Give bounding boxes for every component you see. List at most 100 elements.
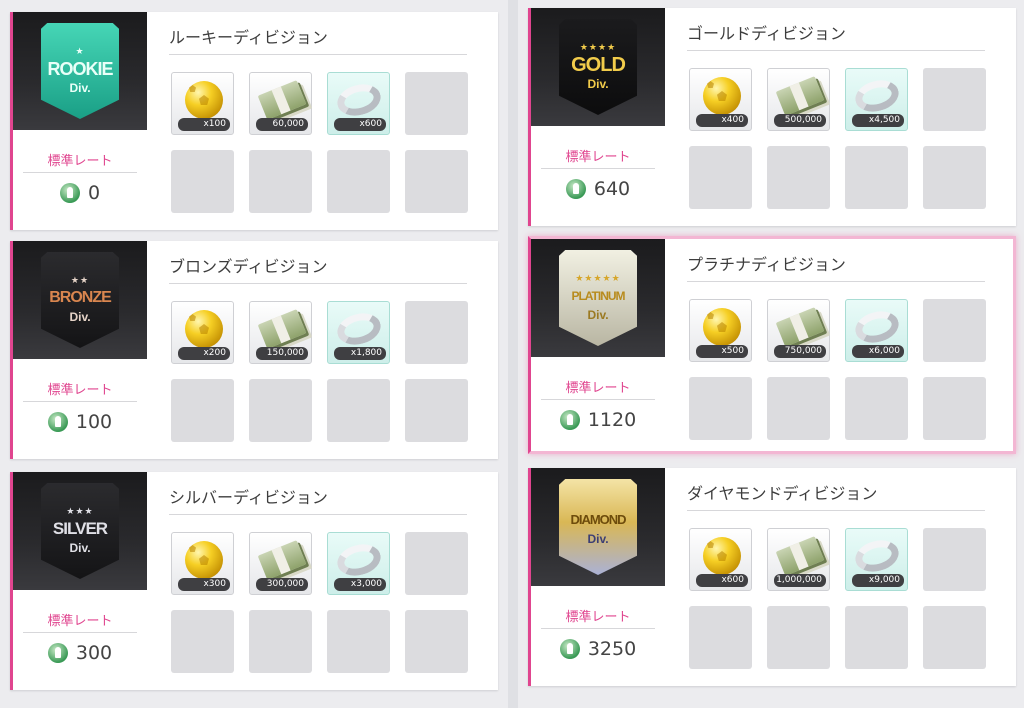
platinum-division-emblem: ★★★★★ PLATINUM Div.	[559, 250, 637, 346]
reward-slot-money[interactable]: 60,000	[249, 72, 312, 135]
reward-quantity: x4,500	[852, 114, 904, 127]
silver-ring-icon	[851, 75, 903, 117]
division-card-gold[interactable]: ★★★★ GOLD Div. 標準レート 640 ゴールドディビジョン x400…	[528, 8, 1016, 226]
emblem-tier: ROOKIE	[47, 59, 113, 79]
gold-ball-icon	[703, 77, 741, 115]
title-divider	[169, 54, 467, 55]
reward-slot-coins[interactable]: x200	[171, 301, 234, 364]
rate-divider	[541, 168, 655, 169]
emblem-stars: ★★	[70, 276, 90, 286]
division-badge-frame: ★★ BRONZE Div.	[13, 241, 147, 359]
reward-quantity: x6,000	[852, 345, 904, 358]
empty-reward-slot	[845, 377, 908, 440]
emblem-div: Div.	[587, 308, 609, 322]
empty-reward-slot	[171, 610, 234, 673]
division-badge-frame: ★★★★★ PLATINUM Div.	[531, 239, 665, 357]
reward-slot-rings[interactable]: x9,000	[845, 528, 908, 591]
silver-ring-icon	[333, 79, 385, 121]
reward-quantity: x9,000	[852, 574, 904, 587]
reward-slot-money[interactable]: 150,000	[249, 301, 312, 364]
empty-reward-slot	[405, 301, 468, 364]
empty-reward-slot	[249, 379, 312, 442]
emblem-stars: ★★★★	[579, 43, 617, 53]
reward-slot-money[interactable]: 500,000	[767, 68, 830, 131]
division-card-diamond[interactable]: DIAMOND Div. 標準レート 3250 ダイヤモンドディビジョン x60…	[528, 468, 1016, 686]
emblem-div: Div.	[69, 541, 91, 555]
right-column: ★★★★ GOLD Div. 標準レート 640 ゴールドディビジョン x400…	[522, 0, 1022, 708]
rate-trophy-icon	[47, 643, 68, 663]
reward-quantity: 750,000	[774, 345, 826, 358]
empty-reward-slot	[405, 150, 468, 213]
rate-divider	[23, 172, 137, 173]
cash-stack-icon	[257, 540, 307, 580]
division-badge-frame: ★ ROOKIE Div.	[13, 12, 147, 130]
empty-reward-slot	[249, 150, 312, 213]
reward-quantity: 300,000	[256, 578, 308, 591]
division-title: ブロンズディビジョン	[169, 257, 328, 276]
standard-rate-label: 標準レート	[47, 383, 113, 398]
title-divider	[687, 510, 985, 511]
silver-ring-icon	[851, 306, 903, 348]
empty-reward-slot	[767, 377, 830, 440]
reward-slot-rings[interactable]: x1,800	[327, 301, 390, 364]
emblem-tier: SILVER	[52, 519, 108, 538]
standard-rate-label: 標準レート	[565, 381, 631, 396]
reward-slot-coins[interactable]: x100	[171, 72, 234, 135]
empty-reward-slot	[405, 379, 468, 442]
emblem-stars: ★	[75, 47, 85, 57]
reward-slot-rings[interactable]: x6,000	[845, 299, 908, 362]
division-badge-frame: ★★★★ GOLD Div.	[531, 8, 665, 126]
standard-rate-label: 標準レート	[565, 150, 631, 165]
division-card-bronze[interactable]: ★★ BRONZE Div. 標準レート 100 ブロンズディビジョン x200…	[10, 241, 498, 459]
reward-slot-money[interactable]: 300,000	[249, 532, 312, 595]
silver-ring-icon	[851, 535, 903, 577]
gold-ball-icon	[703, 537, 741, 575]
reward-slot-coins[interactable]: x400	[689, 68, 752, 131]
empty-reward-slot	[689, 377, 752, 440]
division-card-silver[interactable]: ★★★ SILVER Div. 標準レート 300 シルバーディビジョン x30…	[10, 472, 498, 690]
empty-reward-slot	[405, 532, 468, 595]
reward-quantity: x600	[696, 574, 748, 587]
empty-reward-slot	[689, 146, 752, 209]
rate-value: 0	[87, 182, 101, 204]
silver-ring-icon	[333, 308, 385, 350]
reward-slot-coins[interactable]: x300	[171, 532, 234, 595]
title-divider	[169, 283, 467, 284]
reward-slot-coins[interactable]: x600	[689, 528, 752, 591]
empty-reward-slot	[923, 68, 986, 131]
rate-value: 1120	[587, 409, 637, 431]
division-title: ルーキーディビジョン	[169, 28, 328, 47]
division-card-platinum[interactable]: ★★★★★ PLATINUM Div. 標準レート 1120 プラチナディビジョ…	[528, 236, 1016, 454]
standard-rate-label: 標準レート	[47, 614, 113, 629]
empty-reward-slot	[405, 610, 468, 673]
rate-value: 3250	[587, 638, 637, 660]
reward-slot-rings[interactable]: x3,000	[327, 532, 390, 595]
rate-trophy-icon	[47, 412, 68, 432]
empty-reward-slot	[923, 146, 986, 209]
empty-reward-slot	[845, 146, 908, 209]
column-divider	[508, 0, 518, 708]
silver-division-emblem: ★★★ SILVER Div.	[41, 483, 119, 579]
rate-divider	[23, 632, 137, 633]
reward-quantity: x100	[178, 118, 230, 131]
empty-reward-slot	[767, 606, 830, 669]
emblem-tier: GOLD	[571, 54, 626, 76]
reward-slot-rings[interactable]: x600	[327, 72, 390, 135]
emblem-stars: ★★★★★	[575, 274, 621, 284]
reward-slot-money[interactable]: 750,000	[767, 299, 830, 362]
empty-reward-slot	[171, 379, 234, 442]
empty-reward-slot	[923, 606, 986, 669]
empty-reward-slot	[923, 528, 986, 591]
standard-rate-label: 標準レート	[47, 154, 113, 169]
standard-rate-label: 標準レート	[565, 610, 631, 625]
rate-value: 100	[75, 411, 113, 433]
empty-reward-slot	[249, 610, 312, 673]
cash-stack-icon	[257, 80, 307, 120]
rate-divider	[541, 399, 655, 400]
reward-slot-coins[interactable]: x500	[689, 299, 752, 362]
reward-quantity: x300	[178, 578, 230, 591]
division-card-rookie[interactable]: ★ ROOKIE Div. 標準レート 0 ルーキーディビジョン x100 60…	[10, 12, 498, 230]
emblem-tier: DIAMOND	[570, 512, 626, 527]
reward-slot-rings[interactable]: x4,500	[845, 68, 908, 131]
reward-slot-money[interactable]: 1,000,000	[767, 528, 830, 591]
